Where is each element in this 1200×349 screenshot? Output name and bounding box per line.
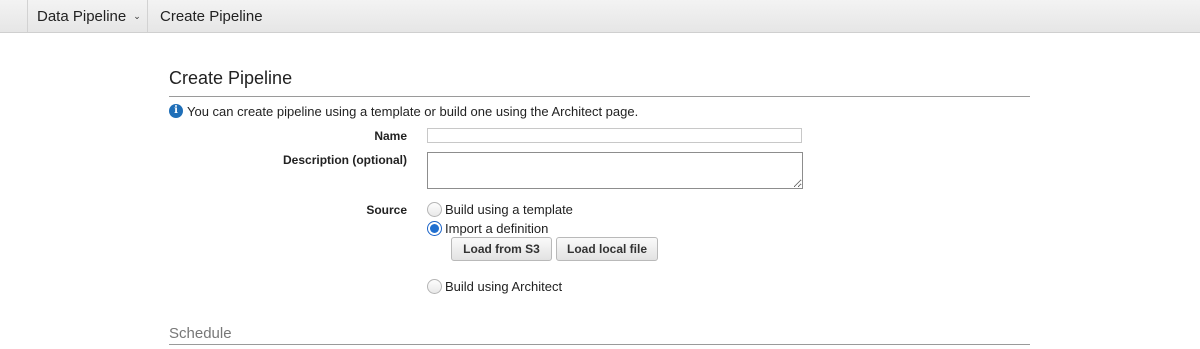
radio-build-template[interactable] bbox=[427, 202, 442, 217]
radio-import-definition[interactable] bbox=[427, 221, 442, 236]
name-input[interactable] bbox=[427, 128, 802, 143]
source-label: Source bbox=[366, 203, 407, 217]
load-local-file-button[interactable]: Load local file bbox=[556, 237, 658, 261]
radio-build-template-label[interactable]: Build using a template bbox=[445, 202, 573, 217]
schedule-section-title: Schedule bbox=[169, 325, 232, 342]
radio-build-architect[interactable] bbox=[427, 279, 442, 294]
breadcrumb-create-pipeline: Create Pipeline bbox=[160, 8, 263, 25]
load-from-s3-button[interactable]: Load from S3 bbox=[451, 237, 552, 261]
schedule-divider bbox=[169, 344, 1030, 345]
info-icon: i bbox=[169, 104, 183, 118]
description-label: Description (optional) bbox=[283, 153, 407, 167]
description-textarea[interactable] bbox=[427, 152, 803, 189]
topbar-divider bbox=[27, 0, 28, 32]
topbar-divider bbox=[147, 0, 148, 32]
page-title: Create Pipeline bbox=[169, 68, 293, 88]
service-menu[interactable]: Data Pipeline ⌄ bbox=[37, 0, 141, 32]
chevron-down-icon: ⌄ bbox=[133, 11, 141, 21]
info-message: You can create pipeline using a template… bbox=[187, 104, 639, 119]
title-divider bbox=[169, 96, 1030, 97]
radio-build-architect-label[interactable]: Build using Architect bbox=[445, 279, 562, 294]
name-label: Name bbox=[374, 129, 407, 143]
service-menu-label: Data Pipeline bbox=[37, 8, 127, 25]
radio-import-definition-label[interactable]: Import a definition bbox=[445, 221, 548, 236]
top-navigation-bar: Data Pipeline ⌄ Create Pipeline bbox=[0, 0, 1200, 33]
